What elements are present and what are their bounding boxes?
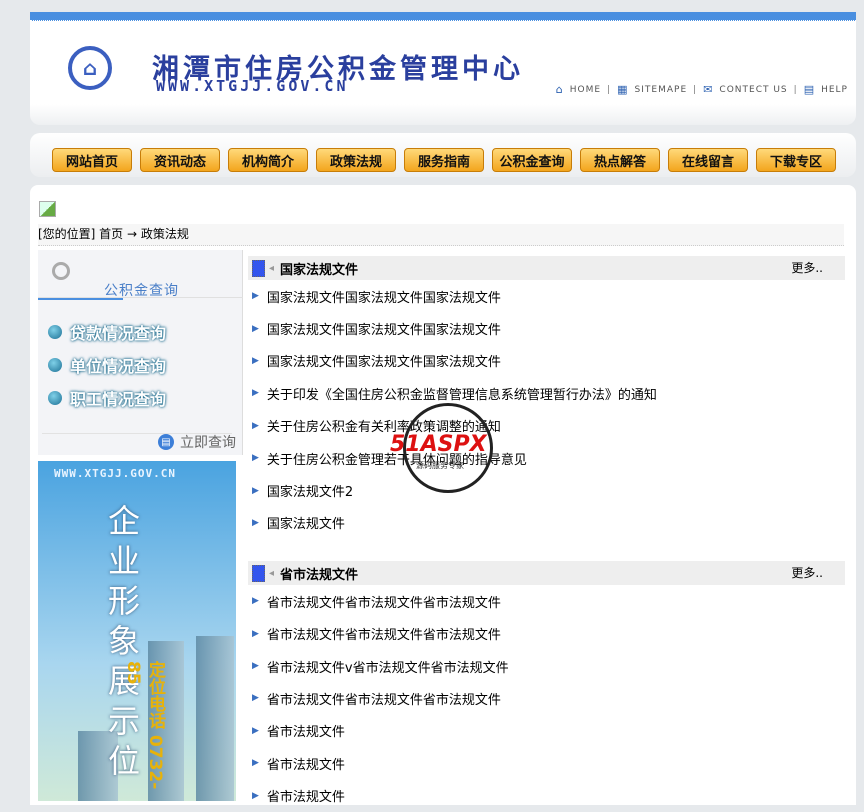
link-help[interactable]: HELP bbox=[821, 85, 848, 95]
query-loan[interactable]: 贷款情况查询 bbox=[48, 320, 166, 344]
list-item[interactable]: ▶ 国家法规文件国家法规文件国家法规文件 bbox=[248, 345, 845, 377]
query-unit[interactable]: 单位情况查询 bbox=[48, 353, 166, 377]
sitemap-icon: ▦ bbox=[617, 83, 629, 96]
query-icon: ▤ bbox=[158, 434, 174, 450]
list-item[interactable]: ▶ 省市法规文件 bbox=[248, 715, 845, 747]
list-item[interactable]: ▶ 省市法规文件v省市法规文件省市法规文件 bbox=[248, 650, 845, 682]
nav-home[interactable]: 网站首页 bbox=[52, 148, 132, 172]
arrow-icon: ▶ bbox=[252, 323, 259, 334]
nav-query[interactable]: 公积金查询 bbox=[492, 148, 572, 172]
help-icon: ▤ bbox=[803, 83, 816, 96]
nav-download[interactable]: 下载专区 bbox=[756, 148, 836, 172]
link-home[interactable]: HOME bbox=[570, 85, 601, 95]
arrow-icon: ▶ bbox=[252, 596, 259, 607]
arrow-icon: ▶ bbox=[252, 355, 259, 366]
list-item[interactable]: ▶ 国家法规文件2 bbox=[248, 474, 845, 506]
query-box: 公积金查询 贷款情况查询 单位情况查询 职工情况查询 ▤ 立即查询 bbox=[38, 250, 243, 455]
section-header: ◂ 省市法规文件 更多.. bbox=[248, 561, 845, 586]
list-item[interactable]: ▶ 国家法规文件 bbox=[248, 507, 845, 539]
list-item[interactable]: ▶ 省市法规文件 bbox=[248, 779, 845, 811]
document-icon bbox=[252, 564, 265, 582]
query-now-button[interactable]: ▤ 立即查询 bbox=[158, 432, 236, 452]
bullet-icon bbox=[48, 391, 62, 405]
mail-icon: ✉ bbox=[703, 83, 714, 96]
list-item[interactable]: ▶ 关于住房公积金有关利率政策调整的通知 bbox=[248, 410, 845, 442]
link-contact[interactable]: CONTECT US bbox=[719, 85, 787, 95]
item-link[interactable]: 国家法规文件国家法规文件国家法规文件 bbox=[267, 287, 501, 306]
list-item[interactable]: ▶ 国家法规文件国家法规文件国家法规文件 bbox=[248, 280, 845, 312]
list-item[interactable]: ▶ 关于印发《全国住房公积金监督管理信息系统管理暂行办法》的通知 bbox=[248, 377, 845, 409]
search-icon bbox=[52, 262, 70, 280]
arrow-icon: ▶ bbox=[252, 291, 259, 302]
item-link[interactable]: 省市法规文件 bbox=[267, 754, 345, 773]
item-link[interactable]: 省市法规文件v省市法规文件省市法规文件 bbox=[267, 657, 509, 676]
broken-image-icon bbox=[39, 201, 56, 217]
nav-faq[interactable]: 热点解答 bbox=[580, 148, 660, 172]
document-icon bbox=[252, 259, 265, 277]
arrow-icon: ▶ bbox=[252, 388, 259, 399]
list-item[interactable]: ▶ 省市法规文件省市法规文件省市法规文件 bbox=[248, 682, 845, 714]
list-item[interactable]: ▶ 国家法规文件国家法规文件国家法规文件 bbox=[248, 312, 845, 344]
list-item[interactable]: ▶ 省市法规文件省市法规文件省市法规文件 bbox=[248, 618, 845, 650]
item-link[interactable]: 省市法规文件省市法规文件省市法规文件 bbox=[267, 689, 501, 708]
item-link[interactable]: 关于住房公积金管理若干具体问题的指导意见 bbox=[267, 449, 527, 468]
top-links: ⌂ HOME | ▦ SITEMAPE | ✉ CONTECT US | ▤ HELP bbox=[555, 83, 848, 96]
item-link[interactable]: 国家法规文件 bbox=[267, 513, 345, 532]
arrow-icon: ▶ bbox=[252, 661, 259, 672]
item-link[interactable]: 国家法规文件国家法规文件国家法规文件 bbox=[267, 351, 501, 370]
nav-about[interactable]: 机构简介 bbox=[228, 148, 308, 172]
item-link[interactable]: 省市法规文件省市法规文件省市法规文件 bbox=[267, 624, 501, 643]
more-link[interactable]: 更多.. bbox=[791, 564, 823, 581]
top-bar bbox=[30, 12, 856, 21]
ad-banner[interactable]: WWW.XTGJJ.GOV.CN 企业形象展示位 定位电话 0732-85 bbox=[38, 461, 236, 801]
list-item[interactable]: ▶ 省市法规文件 bbox=[248, 747, 845, 779]
arrow-icon: ▶ bbox=[252, 693, 259, 704]
list-item[interactable]: ▶ 省市法规文件省市法规文件省市法规文件 bbox=[248, 585, 845, 617]
list-item[interactable]: ▶ 关于住房公积金管理若干具体问题的指导意见 bbox=[248, 442, 845, 474]
left-column: 公积金查询 贷款情况查询 单位情况查询 职工情况查询 ▤ 立即查询 WWW.XTG… bbox=[38, 250, 243, 801]
item-link[interactable]: 省市法规文件省市法规文件省市法规文件 bbox=[267, 592, 501, 611]
arrow-icon: ▶ bbox=[252, 758, 259, 769]
arrow-icon: ▶ bbox=[252, 725, 259, 736]
nav-message[interactable]: 在线留言 bbox=[668, 148, 748, 172]
nav-guide[interactable]: 服务指南 bbox=[404, 148, 484, 172]
section-header: ◂ 国家法规文件 更多.. bbox=[248, 256, 845, 280]
breadcrumb: [您的位置] 首页 → 政策法规 bbox=[38, 224, 844, 246]
arrow-icon: ▶ bbox=[252, 628, 259, 639]
item-link[interactable]: 国家法规文件2 bbox=[267, 481, 353, 500]
header: ⌂ 湘潭市住房公积金管理中心 WWW.XTGJJ.GOV.CN ⌂ HOME | ▦… bbox=[30, 21, 856, 125]
more-link[interactable]: 更多.. bbox=[791, 259, 823, 276]
bullet-icon bbox=[48, 358, 62, 372]
bullet-icon bbox=[48, 325, 62, 339]
site-domain: WWW.XTGJJ.GOV.CN bbox=[156, 77, 349, 95]
item-link[interactable]: 省市法规文件 bbox=[267, 721, 345, 740]
arrow-icon: ▶ bbox=[252, 790, 259, 801]
nav-bar: 网站首页 资讯动态 机构简介 政策法规 服务指南 公积金查询 热点解答 在线留言… bbox=[30, 133, 856, 177]
nav-policy[interactable]: 政策法规 bbox=[316, 148, 396, 172]
item-link[interactable]: 关于住房公积金有关利率政策调整的通知 bbox=[267, 416, 501, 435]
item-link[interactable]: 国家法规文件国家法规文件国家法规文件 bbox=[267, 319, 501, 338]
home-icon: ⌂ bbox=[555, 83, 564, 96]
item-link[interactable]: 省市法规文件 bbox=[267, 786, 345, 805]
link-sitemap[interactable]: SITEMAPE bbox=[635, 85, 688, 95]
query-title: 公积金查询 bbox=[104, 283, 179, 299]
arrow-icon: ▶ bbox=[252, 420, 259, 431]
nav-news[interactable]: 资讯动态 bbox=[140, 148, 220, 172]
logo-icon: ⌂ bbox=[68, 46, 112, 90]
arrow-icon: ▶ bbox=[252, 517, 259, 528]
item-link[interactable]: 关于印发《全国住房公积金监督管理信息系统管理暂行办法》的通知 bbox=[267, 384, 657, 403]
arrow-icon: ▶ bbox=[252, 485, 259, 496]
arrow-icon: ▶ bbox=[252, 453, 259, 464]
right-column: ◂ 国家法规文件 更多.. ▶ 国家法规文件国家法规文件国家法规文件 ▶ 国家法规文件国家… bbox=[248, 256, 845, 812]
query-employee[interactable]: 职工情况查询 bbox=[48, 386, 166, 410]
